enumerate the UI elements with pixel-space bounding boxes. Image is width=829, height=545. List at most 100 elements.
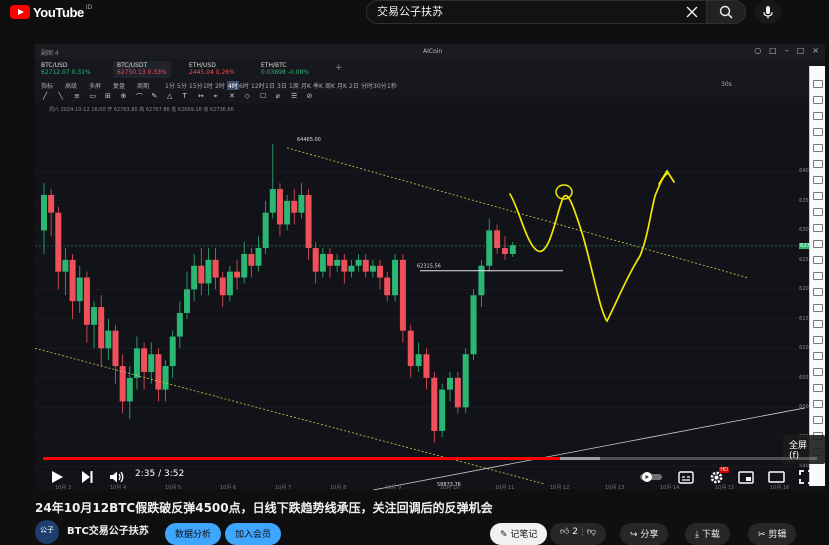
side-tool-icon[interactable]: [813, 336, 823, 344]
timeframe-option[interactable]: 3日: [277, 81, 287, 90]
side-tool-icon[interactable]: [813, 192, 823, 200]
clip-button[interactable]: ✂ 剪辑: [748, 523, 797, 545]
timeframe-option[interactable]: 1日: [265, 81, 275, 90]
list-icon[interactable]: ☰: [291, 92, 297, 100]
timeframe-option[interactable]: 分时: [361, 81, 373, 90]
rect-icon[interactable]: ▭: [90, 92, 97, 100]
pair-price: 2445.04: [189, 69, 214, 76]
circle-icon[interactable]: ⌀: [276, 92, 280, 100]
tool-menu-item[interactable]: 复盘: [113, 81, 125, 90]
triangle-icon[interactable]: △: [167, 92, 172, 100]
theater-mode-button[interactable]: [765, 468, 787, 486]
youtube-logo[interactable]: YouTube ID: [10, 4, 92, 20]
download-button[interactable]: ⤓ 下载: [685, 523, 730, 545]
candle-body: [126, 377, 133, 402]
pair-change: 0.31%: [71, 69, 91, 76]
tool-menu-item[interactable]: 多屏: [89, 81, 101, 90]
autoplay-toggle[interactable]: [639, 468, 663, 486]
side-tool-icon[interactable]: [813, 128, 823, 136]
search-box[interactable]: [366, 0, 706, 24]
tool-menu-item[interactable]: 周期: [137, 81, 149, 90]
side-tool-icon[interactable]: [813, 240, 823, 248]
timeframe-option[interactable]: 2时: [215, 81, 225, 90]
search-button[interactable]: [706, 0, 746, 24]
diamond-icon[interactable]: ◇: [245, 92, 250, 100]
channel-name[interactable]: BTC交易公子扶苏: [67, 522, 149, 537]
measure-icon[interactable]: ↔: [198, 92, 204, 100]
timeframe-option[interactable]: 月K: [301, 81, 311, 90]
search-input[interactable]: [377, 5, 677, 17]
avatar[interactable]: 公子: [35, 520, 59, 544]
hide-icon[interactable]: ⊘: [307, 92, 313, 100]
subtitles-button[interactable]: [675, 468, 697, 486]
video-player[interactable]: 副图 4 AICoin ○ □ – □ × BTC/USD 62712.07 0…: [35, 44, 825, 490]
timeframe-option[interactable]: 6时: [239, 81, 249, 90]
join-membership-button[interactable]: 加入会员: [225, 523, 282, 545]
side-tool-icon[interactable]: [813, 80, 823, 88]
side-tool-icon[interactable]: [813, 320, 823, 328]
side-tool-icon[interactable]: [813, 176, 823, 184]
side-tool-icon[interactable]: [813, 96, 823, 104]
timeframe-option[interactable]: 12时: [251, 81, 265, 90]
fullscreen-button[interactable]: [795, 468, 817, 486]
side-tool-icon[interactable]: [813, 288, 823, 296]
side-tool-icon[interactable]: [813, 272, 823, 280]
timeframe-option[interactable]: 4时: [227, 81, 239, 90]
share-button[interactable]: ↪ 分享: [620, 523, 669, 545]
parallel-icon[interactable]: ≡: [74, 92, 80, 100]
mute-button[interactable]: [107, 468, 127, 486]
box-icon[interactable]: ☐: [260, 92, 266, 100]
pair-symbol: ETH/USD: [189, 62, 216, 69]
side-tool-icon[interactable]: [813, 112, 823, 120]
candle-body: [198, 265, 205, 284]
timeframe-option[interactable]: 季K: [313, 81, 323, 90]
timeframe-option[interactable]: 1周: [289, 81, 299, 90]
crosshair-icon[interactable]: ⊕: [121, 92, 127, 100]
timeframe-option[interactable]: 2日: [349, 81, 359, 90]
voice-search-button[interactable]: [755, 0, 781, 24]
side-tool-icon[interactable]: [813, 368, 823, 376]
pen-icon[interactable]: ✎: [152, 92, 158, 100]
timeframe-option[interactable]: 15分: [189, 81, 203, 90]
tool-menu-item[interactable]: 高级: [65, 81, 77, 90]
miniplayer-button[interactable]: [735, 468, 757, 486]
ray-icon[interactable]: ╲: [59, 92, 63, 100]
side-tool-icon[interactable]: [813, 160, 823, 168]
target-icon[interactable]: ⌖: [214, 92, 218, 101]
progress-bar[interactable]: [43, 457, 817, 460]
timeframe-option[interactable]: 1分: [165, 81, 175, 90]
timeframe-option[interactable]: 5分: [177, 81, 187, 90]
side-tool-icon[interactable]: [813, 256, 823, 264]
side-tool-icon[interactable]: [813, 400, 823, 408]
data-analysis-button[interactable]: 数据分析: [165, 523, 222, 545]
like-button[interactable]: 👍︎ 2 | 👎︎: [550, 523, 606, 545]
arc-icon[interactable]: ⌒: [136, 92, 143, 102]
play-button[interactable]: [47, 468, 67, 486]
app-titlebar: 副图 4 AICoin ○ □ – □ ×: [35, 44, 825, 59]
timeframe-option[interactable]: 周K: [325, 81, 335, 90]
candle-body: [384, 277, 391, 296]
side-tool-icon[interactable]: [813, 144, 823, 152]
side-tool-icon[interactable]: [813, 304, 823, 312]
side-tool-icon[interactable]: [813, 208, 823, 216]
timeframe-option[interactable]: 30分: [373, 81, 387, 90]
settings-button[interactable]: HD: [705, 467, 729, 486]
candle-body: [212, 259, 219, 278]
text-icon[interactable]: T: [183, 92, 187, 100]
timeframe-option[interactable]: 1秒: [387, 81, 397, 90]
grid-icon[interactable]: ⊞: [105, 92, 111, 100]
side-tool-icon[interactable]: [813, 384, 823, 392]
candle-body: [291, 200, 298, 213]
tool-menu-item[interactable]: 指标: [41, 81, 53, 90]
next-button[interactable]: [77, 468, 97, 486]
zoom-level[interactable]: 30s: [721, 81, 732, 88]
side-tool-icon[interactable]: [813, 416, 823, 424]
take-notes-button[interactable]: ✎ 记笔记: [490, 523, 548, 545]
timeframe-option[interactable]: 1时: [203, 81, 213, 90]
trendline-icon[interactable]: ╱: [43, 92, 47, 100]
timeframe-option[interactable]: 月K: [337, 81, 347, 90]
side-tool-icon[interactable]: [813, 352, 823, 360]
delete-icon[interactable]: ✕: [229, 92, 235, 100]
close-icon[interactable]: [684, 4, 700, 20]
side-tool-icon[interactable]: [813, 224, 823, 232]
